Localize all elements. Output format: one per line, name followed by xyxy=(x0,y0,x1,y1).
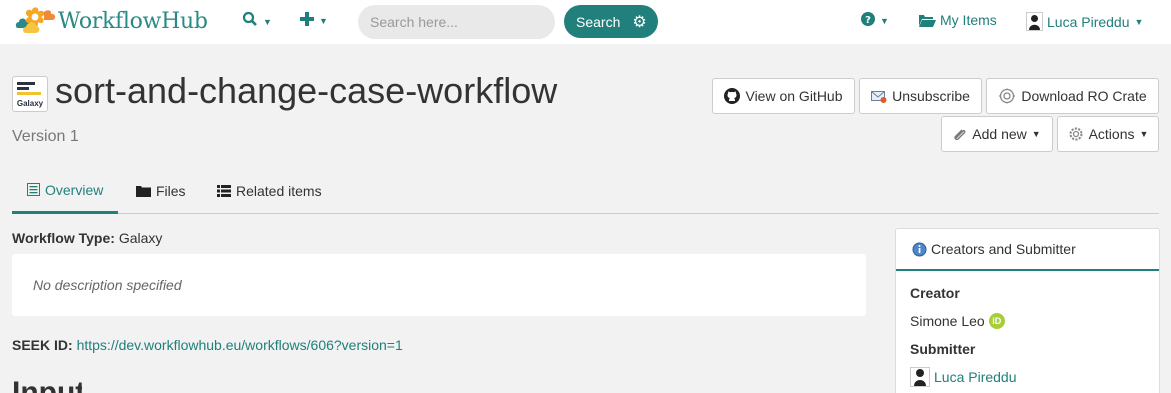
workflow-type: Workflow Type: Galaxy xyxy=(12,230,162,246)
workflow-type-value: Galaxy xyxy=(118,230,163,246)
add-new-label: Add new xyxy=(972,126,1027,142)
inputs-heading: Inputs xyxy=(12,378,82,393)
svg-text:Galaxy: Galaxy xyxy=(17,99,44,108)
user-name: Luca Pireddu xyxy=(1047,13,1130,30)
download-ro-crate-button[interactable]: Download RO Crate xyxy=(986,78,1159,114)
tab-files[interactable]: Files xyxy=(136,168,186,214)
submitter-label: Submitter xyxy=(910,341,976,357)
navbar: WorkflowHub ▼ ▼ Search ⚙ ? ▼ My Items Lu… xyxy=(0,0,1171,44)
search-icon xyxy=(242,11,258,32)
chevron-down-icon: ▼ xyxy=(1139,129,1149,139)
list-icon xyxy=(217,185,231,197)
download-ro-crate-label: Download RO Crate xyxy=(1021,88,1147,104)
user-avatar-icon xyxy=(1026,12,1043,31)
folder-open-icon xyxy=(919,14,936,27)
orcid-icon[interactable]: iD xyxy=(988,313,1005,329)
creator-name: Simone Leo xyxy=(910,313,985,329)
view-on-github-label: View on GitHub xyxy=(745,88,843,104)
search-input[interactable] xyxy=(358,5,555,39)
description-box: No description specified xyxy=(12,254,866,316)
search-button[interactable]: Search ⚙ xyxy=(564,5,658,38)
my-items-link[interactable]: My Items xyxy=(919,12,997,28)
actions-button[interactable]: Actions ▼ xyxy=(1057,116,1159,152)
chevron-down-icon: ▼ xyxy=(263,16,272,27)
create-menu[interactable]: ▼ xyxy=(300,11,328,31)
tab-related-items-label: Related items xyxy=(236,183,322,199)
user-menu[interactable]: Luca Pireddu ▼ xyxy=(1026,12,1143,31)
github-icon xyxy=(724,88,741,104)
version-label: Version 1 xyxy=(12,128,79,145)
seek-id-label: SEEK ID: xyxy=(12,337,73,353)
seek-id-link[interactable]: https://dev.workflowhub.eu/workflows/606… xyxy=(77,337,403,353)
question-circle-icon: ? xyxy=(861,12,875,29)
envelope-icon xyxy=(871,89,887,103)
page-title: sort-and-change-case-workflow xyxy=(55,70,558,111)
chevron-down-icon: ▼ xyxy=(319,16,328,26)
submitter-entry[interactable]: Luca Pireddu xyxy=(910,367,1017,387)
unsubscribe-button[interactable]: Unsubscribe xyxy=(859,78,982,114)
tab-related-items[interactable]: Related items xyxy=(217,168,322,214)
paperclip-icon xyxy=(953,127,967,141)
creators-panel-title: Creators and Submitter xyxy=(931,241,1076,257)
chevron-down-icon: ▼ xyxy=(1031,129,1041,139)
help-menu[interactable]: ? ▼ xyxy=(861,12,889,29)
tab-bar: Overview Files Related items xyxy=(12,168,1159,214)
avatar xyxy=(910,367,930,387)
unsubscribe-label: Unsubscribe xyxy=(892,88,970,104)
tab-overview[interactable]: Overview xyxy=(12,168,119,214)
view-on-github-button[interactable]: View on GitHub xyxy=(712,78,855,114)
list-alt-icon xyxy=(27,183,40,196)
tab-overview-label: Overview xyxy=(45,181,104,198)
workflowhub-logo-icon xyxy=(14,6,58,36)
creators-panel: Creators and Submitter Creator Simone Le… xyxy=(895,228,1160,393)
actions-label: Actions xyxy=(1088,126,1135,142)
chevron-down-icon: ▼ xyxy=(1134,16,1144,27)
creators-panel-heading: Creators and Submitter xyxy=(896,229,1159,271)
inputs-heading-text: Inputs xyxy=(12,378,82,393)
search-button-label: Search xyxy=(576,13,621,30)
info-icon xyxy=(912,242,927,257)
description-text: No description specified xyxy=(33,277,182,293)
chevron-down-icon: ▼ xyxy=(880,15,889,26)
submitter-name[interactable]: Luca Pireddu xyxy=(934,369,1017,385)
gear-icon[interactable]: ⚙ xyxy=(632,12,646,32)
search-menu[interactable]: ▼ xyxy=(242,11,272,32)
brand-link[interactable]: WorkflowHub xyxy=(14,5,208,37)
brand-name: WorkflowHub xyxy=(58,8,208,34)
gear-icon xyxy=(1068,126,1084,142)
add-new-button[interactable]: Add new ▼ xyxy=(941,116,1053,152)
creator-entry: Simone Leo iD xyxy=(910,313,1005,329)
my-items-label: My Items xyxy=(940,12,997,28)
creator-label: Creator xyxy=(910,285,960,301)
workflow-type-label: Workflow Type: xyxy=(12,230,115,246)
svg-text:?: ? xyxy=(865,15,871,26)
plus-icon xyxy=(300,11,314,31)
galaxy-workflow-icon: Galaxy xyxy=(12,76,48,112)
tab-files-label: Files xyxy=(156,183,186,199)
folder-icon xyxy=(136,185,151,197)
ro-crate-icon xyxy=(998,88,1016,104)
seek-id: SEEK ID: https://dev.workflowhub.eu/work… xyxy=(12,337,403,353)
